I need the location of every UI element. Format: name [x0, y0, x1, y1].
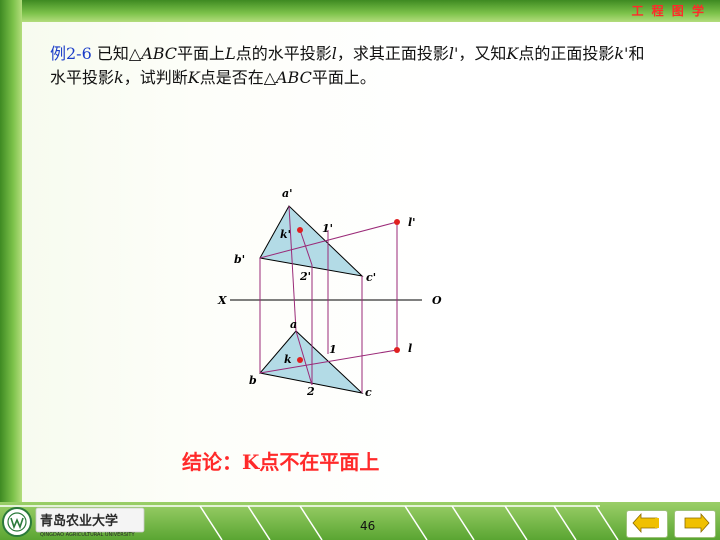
label-c-prime: c' [366, 271, 376, 284]
problem-body: 已知△ABC平面上L点的水平投影l，求其正面投影l'，又知K点的正面投影k'和水… [50, 44, 644, 87]
top-triangle [259, 330, 364, 394]
footer: 青岛农业大学 QINGDAO AGRICULTURAL UNIVERSITY 4… [0, 502, 720, 540]
problem-text: 平面上 [177, 44, 226, 63]
problem-variable: l' [448, 44, 459, 63]
label-x-axis: X [217, 294, 227, 307]
label-k-prime: k' [280, 228, 291, 241]
problem-statement: 例2-6 已知△ABC平面上L点的水平投影l，求其正面投影l'，又知K点的正面投… [50, 42, 660, 90]
previous-slide-button[interactable] [626, 510, 668, 538]
label-k: k [284, 353, 292, 366]
slide: 工 程 图 学 例2-6 已知△ABC平面上L点的水平投影l，求其正面投影l'，… [0, 0, 720, 540]
left-band [0, 0, 22, 540]
problem-variable: K [187, 68, 200, 87]
university-name-en: QINGDAO AGRICULTURAL UNIVERSITY [40, 532, 135, 538]
label-o-axis: O [432, 294, 442, 307]
page-number: 46 [360, 519, 376, 533]
projection-diagram: a' b' c' k' 1' 2' l' X O a b c k 1 2 l [217, 187, 442, 399]
point-l [394, 347, 400, 353]
problem-variable: k [114, 68, 124, 87]
point-l-prime [394, 219, 400, 225]
top-band: 工 程 图 学 [0, 0, 720, 22]
conclusion-text: 结论：K点不在平面上 [182, 450, 380, 474]
label-c: c [365, 386, 372, 399]
arrow-back-icon [632, 512, 659, 534]
problem-text: 平面上。 [311, 68, 376, 87]
problem-text: 点的正面投影 [518, 44, 615, 63]
problem-text: ，又知 [458, 44, 507, 63]
label-b: b [249, 374, 257, 387]
problem-text: ，试判断 [123, 68, 188, 87]
label-2: 2 [306, 385, 315, 398]
problem-text: 已知△ [91, 44, 142, 63]
problem-variable: k' [614, 44, 629, 63]
point-k-prime [297, 227, 303, 233]
brand-tag: 工 程 图 学 [631, 4, 706, 18]
label-2-prime: 2' [299, 270, 311, 283]
point-k [297, 357, 303, 363]
university-logo: 青岛农业大学 QINGDAO AGRICULTURAL UNIVERSITY [0, 506, 150, 538]
problem-text: 点的水平投影 [235, 44, 332, 63]
university-emblem-icon: 青岛农业大学 QINGDAO AGRICULTURAL UNIVERSITY [2, 507, 145, 538]
label-l-prime: l' [408, 216, 416, 229]
problem-text: ，求其正面投影 [336, 44, 449, 63]
label-1-prime: 1' [322, 222, 333, 235]
label-l: l [408, 342, 412, 355]
label-1: 1 [329, 343, 337, 356]
problem-variable: K [506, 44, 519, 63]
problem-text: 点是否在△ [199, 68, 276, 87]
next-slide-button[interactable] [674, 510, 716, 538]
university-name: 青岛农业大学 [40, 513, 118, 529]
label-b-prime: b' [234, 253, 245, 266]
problem-variable: L [225, 44, 236, 63]
problem-variable: ABC [276, 68, 312, 87]
problem-variable: ABC [141, 44, 178, 63]
arrow-forward-icon [684, 512, 710, 534]
label-a: a [290, 318, 297, 331]
label-a-prime: a' [282, 187, 293, 200]
front-triangle [259, 205, 364, 277]
problem-label: 例2-6 [50, 44, 92, 63]
